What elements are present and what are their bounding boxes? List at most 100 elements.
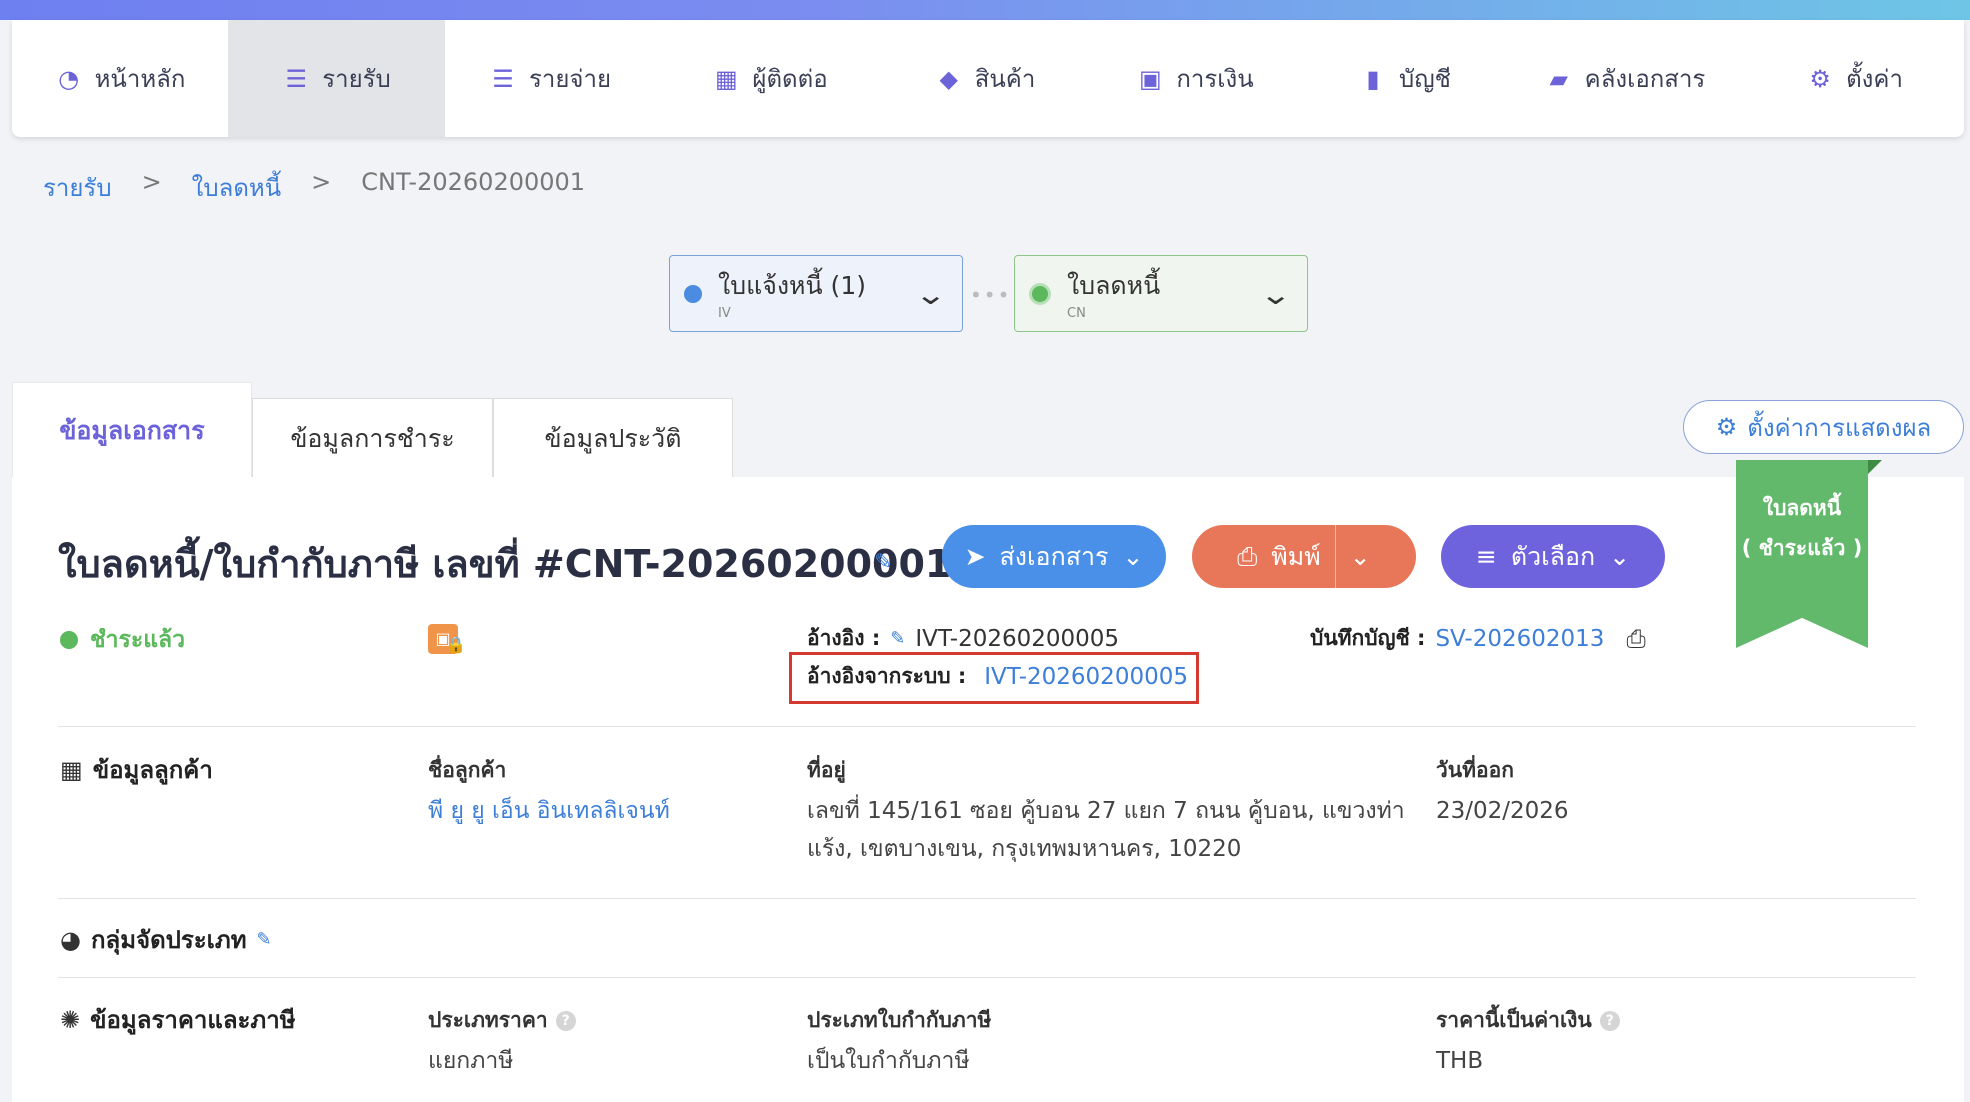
send-document-label: ส่งเอกสาร [999, 541, 1109, 571]
nav-item-accounting[interactable]: ▮ บัญชี [1305, 20, 1505, 137]
customer-section-label: ข้อมูลลูกค้า [92, 756, 213, 784]
nav-item-label: หน้าหลัก [94, 65, 186, 93]
document-tabs: ข้อมูลเอกสาร ข้อมูลการชำระ ข้อมูลประวัติ [12, 382, 733, 478]
nav-item-income[interactable]: ☰ รายรับ [228, 20, 445, 137]
breadcrumb-separator: > [141, 168, 162, 196]
flow-status-dot [684, 284, 702, 303]
chevron-down-icon[interactable]: ⌄ [1350, 542, 1371, 571]
divider [58, 977, 1916, 978]
display-settings-button[interactable]: ⚙ ตั้งค่าการแสดงผล [1683, 400, 1964, 454]
currency-label-row: ราคานี้เป็นค่าเงิน ? [1436, 1004, 1620, 1037]
menu-lines-icon: ≡ [1475, 542, 1497, 571]
category-section-label: กลุ่มจัดประเภท [90, 926, 247, 954]
tab-document-info[interactable]: ข้อมูลเอกสาร [12, 382, 252, 478]
dashboard-icon: ◔ [58, 64, 80, 93]
divider [58, 898, 1916, 899]
payment-status-label: ชำระแล้ว [90, 627, 186, 653]
nav-item-products[interactable]: ◆ สินค้า [885, 20, 1085, 137]
breadcrumb-separator: > [311, 168, 332, 196]
paper-plane-icon: ➤ [964, 542, 986, 571]
button-separator [1334, 525, 1336, 588]
reference-row: อ้างอิง : ✎ IVT-20260200005 [807, 622, 1119, 655]
account-record-link[interactable]: SV-202602013 [1435, 626, 1604, 652]
customer-section-heading: ▦ ข้อมูลลูกค้า [60, 750, 213, 789]
divider [58, 726, 1916, 727]
building-icon: ▦ [60, 755, 83, 784]
print-button[interactable]: ⎙ พิมพ์ ⌄ [1192, 525, 1416, 588]
nav-item-label: คลังเอกสาร [1584, 65, 1706, 93]
price-type-value: แยกภาษี [428, 1048, 514, 1074]
locked-document-icon: ▣ 🔒 [428, 624, 466, 654]
accounting-book-icon: ▮ [1366, 64, 1380, 93]
top-gradient-bar [0, 0, 1970, 20]
nav-item-settings[interactable]: ⚙ ตั้งค่า [1745, 20, 1964, 137]
nav-item-label: สินค้า [974, 65, 1036, 93]
flow-invoice-title: ใบแจ้งหนี้ (1) [718, 271, 866, 300]
system-reference-label: อ้างอิงจากระบบ : [807, 664, 967, 688]
income-icon: ☰ [285, 64, 307, 93]
address-label: ที่อยู่ [807, 758, 846, 782]
printer-icon: ⎙ [1237, 541, 1258, 571]
flow-credit-note-dropdown[interactable]: ใบลดหนี้ CN ⌄ [1014, 255, 1308, 332]
page-title: ใบลดหนี้/ใบกำกับภาษี เลขที่ #CNT-2026020… [58, 542, 952, 586]
reference-value: IVT-20260200005 [915, 625, 1120, 652]
chevron-down-icon: ⌄ [913, 278, 947, 311]
status-dot [60, 631, 78, 649]
flow-status-dot [1029, 282, 1051, 305]
nav-item-label: ผู้ติดต่อ [752, 65, 828, 93]
system-reference-row: อ้างอิงจากระบบ : IVT-20260200005 [807, 660, 1188, 693]
address-line-1: เลขที่ 145/161 ซอย คู้บอน 27 แยก 7 ถนน ค… [807, 798, 1405, 824]
reference-label: อ้างอิง : [807, 626, 881, 650]
nav-item-documents[interactable]: ▰ คลังเอกสาร [1505, 20, 1745, 137]
system-reference-link[interactable]: IVT-20260200005 [984, 664, 1188, 690]
nav-item-label: รายรับ [322, 65, 391, 93]
print-label: พิมพ์ [1271, 541, 1321, 571]
display-settings-label: ตั้งค่าการแสดงผล [1747, 413, 1932, 442]
breadcrumb-income-link[interactable]: รายรับ [43, 168, 112, 207]
expense-icon: ☰ [492, 64, 514, 93]
nav-item-contacts[interactable]: ▦ ผู้ติดต่อ [655, 20, 885, 137]
tab-history-info[interactable]: ข้อมูลประวัติ [493, 398, 733, 478]
lock-icon: 🔒 [446, 635, 466, 654]
nav-item-expense[interactable]: ☰ รายจ่าย [445, 20, 655, 137]
pricing-section-label: ข้อมูลราคาและภาษี [90, 1006, 296, 1034]
flow-invoice-code: IV [718, 306, 731, 321]
tab-payment-info[interactable]: ข้อมูลการชำระ [252, 398, 493, 478]
edit-title-pencil-icon[interactable]: ✎ [874, 550, 892, 575]
address-line-2: แร้ง, เขตบางเขน, กรุงเทพมหานคร, 10220 [807, 836, 1242, 862]
account-record: บันทึกบัญชี : SV-202602013 ⎙ [1310, 622, 1646, 655]
nav-item-label: รายจ่าย [528, 65, 612, 93]
flow-invoice-dropdown[interactable]: ใบแจ้งหนี้ (1) IV ⌄ [669, 255, 963, 332]
percent-badge-icon: ✺ [60, 1005, 81, 1034]
category-section-heading: ◕ กลุ่มจัดประเภท ✎ [60, 920, 272, 959]
gear-icon: ⚙ [1715, 413, 1738, 441]
ribbon-doc-type: ใบลดหนี้ [1762, 496, 1842, 520]
chevron-down-icon: ⌄ [1122, 542, 1144, 571]
ribbon-fold [1868, 460, 1882, 474]
help-icon[interactable]: ? [555, 1010, 576, 1031]
customer-name-label: ชื่อลูกค้า [428, 758, 507, 782]
issue-date-label: วันที่ออก [1436, 758, 1514, 782]
customer-name-link[interactable]: พี ยู ยู เอ็น อินเทลลิเจนท์ [428, 792, 670, 830]
nav-item-label: บัญชี [1399, 65, 1451, 93]
breadcrumb-credit-note-link[interactable]: ใบลดหนี้ [192, 168, 281, 207]
nav-item-dashboard[interactable]: ◔ หน้าหลัก [12, 20, 228, 137]
breadcrumb: รายรับ > ใบลดหนี้ > CNT-20260200001 [43, 168, 585, 207]
flow-connector-dots: ••• [970, 283, 1012, 307]
folder-icon: ▰ [1549, 64, 1568, 93]
edit-category-pencil-icon[interactable]: ✎ [257, 929, 272, 950]
flow-credit-note-code: CN [1067, 306, 1086, 321]
price-type-label-row: ประเภทราคา ? [428, 1004, 576, 1037]
payment-status: ชำระแล้ว [60, 622, 185, 658]
help-icon[interactable]: ? [1599, 1010, 1620, 1031]
edit-reference-pencil-icon[interactable]: ✎ [890, 628, 905, 649]
chevron-down-icon: ⌄ [1258, 278, 1292, 311]
nav-item-label: การเงิน [1176, 65, 1254, 93]
send-document-button[interactable]: ➤ ส่งเอกสาร ⌄ [942, 525, 1166, 588]
breadcrumb-current: CNT-20260200001 [361, 168, 586, 196]
product-box-icon: ◆ [939, 64, 958, 93]
nav-item-finance[interactable]: ▣ การเงิน [1085, 20, 1305, 137]
price-type-label: ประเภทราคา [428, 1008, 548, 1032]
options-button[interactable]: ≡ ตัวเลือก ⌄ [1441, 525, 1665, 588]
printer-icon[interactable]: ⎙ [1626, 625, 1645, 653]
